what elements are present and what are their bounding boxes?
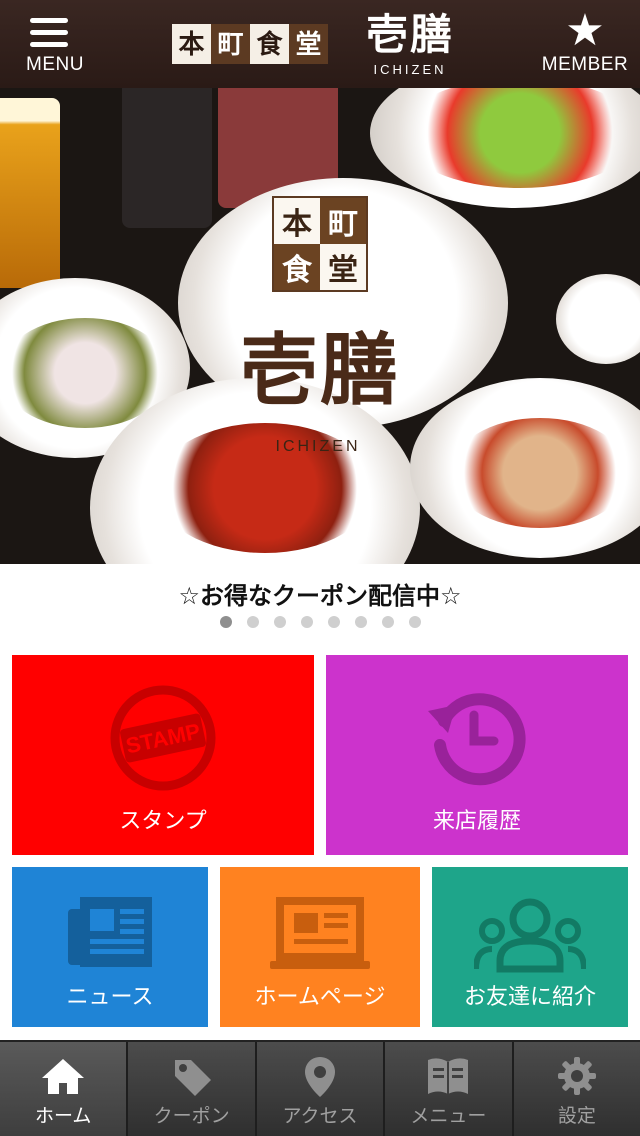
wine-bottle [122,88,212,228]
hero-logo: 本 町 食 堂 [272,196,368,292]
slide-dot[interactable] [246,616,259,628]
logo-char: 堂 [320,244,366,290]
news-tile[interactable]: ニュース [12,867,208,1027]
beer-glass [0,98,60,288]
slide-dot[interactable] [273,616,286,628]
brand-subtitle: ICHIZEN [373,62,447,77]
stamp-label: スタンプ [119,809,207,834]
hero-slideshow[interactable]: 本 町 食 堂 壱膳 ICHIZEN [0,88,640,564]
tab-home-label: ホーム [34,1105,92,1127]
stamp-tile[interactable]: STAMP スタンプ [12,655,314,855]
hero-brand-subtitle: ICHIZEN [275,438,361,455]
slide-dot[interactable] [300,616,313,628]
newspaper-icon [68,897,152,967]
chicken-dish [450,418,630,528]
history-label: 来店履歴 [432,809,521,834]
logo-char: 食 [274,244,320,290]
homepage-label: ホームページ [254,985,386,1010]
tab-settings[interactable]: 設定 [514,1042,640,1136]
hero-brand-name: 壱膳 [239,325,400,416]
history-tile[interactable]: 来店履歴 [326,655,628,855]
tag-icon [174,1060,211,1096]
history-icon [428,693,526,786]
tab-coupon[interactable]: クーポン [128,1042,257,1136]
star-icon: ★ [565,5,605,56]
logo-char: 食 [250,24,289,64]
slide-dot[interactable] [327,616,340,628]
news-label: ニュース [66,985,154,1010]
people-icon [474,898,586,973]
member-label: MEMBER [541,54,629,75]
header-logo: 本 町 食 堂 [172,24,328,64]
tab-coupon-label: クーポン [153,1105,230,1127]
slide-dot[interactable] [381,616,394,628]
gear-icon [557,1057,596,1095]
app-header: MENU 本 町 食 堂 壱膳 ICHIZEN ★ MEMBER [0,0,640,88]
tab-settings-label: 設定 [557,1105,596,1127]
tab-home[interactable]: ホーム [0,1042,129,1136]
slide-dot[interactable] [408,616,421,628]
homepage-tile[interactable]: ホームページ [220,867,420,1027]
logo-char: 町 [211,24,250,64]
map-pin-icon [305,1057,336,1097]
hamburger-icon [30,18,68,48]
menu-button[interactable]: MENU [0,6,110,84]
tab-bar: ホーム クーポン アクセス メニュー 設定 [0,1040,640,1136]
stamp-icon: STAMP [110,685,216,791]
slide-indicator [0,616,640,628]
logo-char: 本 [172,24,211,64]
brand-name: 壱膳 [365,10,454,59]
slide-dot[interactable] [219,616,232,628]
tab-menu-label: メニュー [410,1105,487,1127]
book-icon [428,1058,469,1094]
slide-dot[interactable] [354,616,367,628]
member-button[interactable]: ★ MEMBER [530,6,640,84]
logo-char: 本 [274,198,320,244]
friend-tile[interactable]: お友達に紹介 [432,867,628,1027]
home-icon [42,1059,85,1094]
logo-char: 堂 [289,24,328,64]
slide-caption: ☆お得なクーポン配信中☆ [178,582,462,610]
menu-label: MENU [26,54,84,75]
tab-menu[interactable]: メニュー [385,1042,514,1136]
friend-label: お友達に紹介 [463,985,596,1010]
webpage-icon [270,897,370,969]
logo-char: 町 [320,198,366,244]
tab-access-label: アクセス [282,1105,358,1127]
sauce-bowl [556,274,640,364]
tab-access[interactable]: アクセス [257,1042,386,1136]
